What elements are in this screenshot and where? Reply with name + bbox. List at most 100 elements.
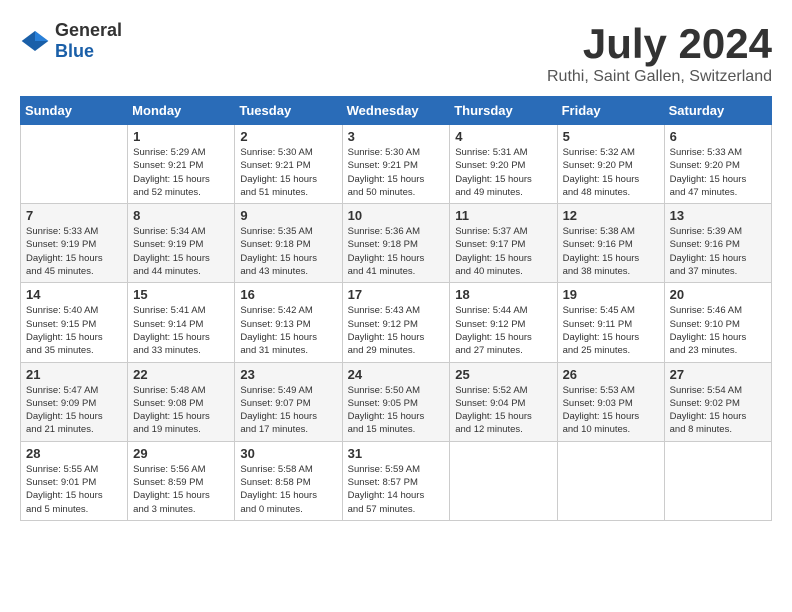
day-number: 31: [348, 446, 445, 461]
day-info: Sunrise: 5:38 AM Sunset: 9:16 PM Dayligh…: [563, 225, 659, 278]
day-number: 5: [563, 129, 659, 144]
day-info: Sunrise: 5:33 AM Sunset: 9:19 PM Dayligh…: [26, 225, 122, 278]
day-number: 14: [26, 287, 122, 302]
calendar-cell: 1Sunrise: 5:29 AM Sunset: 9:21 PM Daylig…: [128, 125, 235, 204]
calendar-cell: 20Sunrise: 5:46 AM Sunset: 9:10 PM Dayli…: [664, 283, 771, 362]
day-info: Sunrise: 5:40 AM Sunset: 9:15 PM Dayligh…: [26, 304, 122, 357]
day-number: 4: [455, 129, 551, 144]
day-number: 7: [26, 208, 122, 223]
calendar-header-row: SundayMondayTuesdayWednesdayThursdayFrid…: [21, 97, 772, 125]
calendar-cell: [664, 441, 771, 520]
calendar-cell: 4 Sunrise: 5:31 AM Sunset: 9:20 PM Daylig…: [450, 125, 557, 204]
calendar-week-row: 21Sunrise: 5:47 AM Sunset: 9:09 PM Dayli…: [21, 362, 772, 441]
weekday-header: Tuesday: [235, 97, 342, 125]
page-header: General Blue July 2024 Ruthi, Saint Gall…: [20, 20, 772, 86]
day-number: 30: [240, 446, 336, 461]
calendar-cell: 11 Sunrise: 5:37 AM Sunset: 9:17 PM Dayli…: [450, 204, 557, 283]
calendar-cell: 15 Sunrise: 5:41 AM Sunset: 9:14 PM Dayli…: [128, 283, 235, 362]
day-number: 17: [348, 287, 445, 302]
day-info: Sunrise: 5:36 AM Sunset: 9:18 PM Dayligh…: [348, 225, 445, 278]
day-number: 22: [133, 367, 229, 382]
day-number: 3: [348, 129, 445, 144]
logo-blue: Blue: [55, 41, 94, 61]
calendar-cell: 19 Sunrise: 5:45 AM Sunset: 9:11 PM Dayli…: [557, 283, 664, 362]
weekday-header: Wednesday: [342, 97, 450, 125]
day-info: Sunrise: 5:30 AM Sunset: 9:21 PM Dayligh…: [240, 146, 336, 199]
day-info: Sunrise: 5:35 AM Sunset: 9:18 PM Dayligh…: [240, 225, 336, 278]
weekday-header: Friday: [557, 97, 664, 125]
weekday-header: Monday: [128, 97, 235, 125]
calendar-cell: 26 Sunrise: 5:53 AM Sunset: 9:03 PM Dayli…: [557, 362, 664, 441]
day-info: Sunrise: 5:46 AM Sunset: 9:10 PM Dayligh…: [670, 304, 766, 357]
day-info: Sunrise: 5:55 AM Sunset: 9:01 PM Dayligh…: [26, 463, 122, 516]
day-number: 26: [563, 367, 659, 382]
month-year: July 2024: [547, 20, 772, 68]
calendar-cell: 22Sunrise: 5:48 AM Sunset: 9:08 PM Dayli…: [128, 362, 235, 441]
calendar-cell: 6 Sunrise: 5:33 AM Sunset: 9:20 PM Daylig…: [664, 125, 771, 204]
day-number: 6: [670, 129, 766, 144]
weekday-header: Thursday: [450, 97, 557, 125]
day-number: 27: [670, 367, 766, 382]
calendar-cell: 8 Sunrise: 5:34 AM Sunset: 9:19 PM Daylig…: [128, 204, 235, 283]
logo-text: General Blue: [55, 20, 122, 62]
day-number: 21: [26, 367, 122, 382]
calendar-cell: [557, 441, 664, 520]
calendar-week-row: 28Sunrise: 5:55 AM Sunset: 9:01 PM Dayli…: [21, 441, 772, 520]
day-info: Sunrise: 5:44 AM Sunset: 9:12 PM Dayligh…: [455, 304, 551, 357]
title-block: July 2024 Ruthi, Saint Gallen, Switzerla…: [547, 20, 772, 86]
calendar-cell: 2 Sunrise: 5:30 AM Sunset: 9:21 PM Daylig…: [235, 125, 342, 204]
day-number: 23: [240, 367, 336, 382]
calendar-cell: 14 Sunrise: 5:40 AM Sunset: 9:15 PM Dayli…: [21, 283, 128, 362]
calendar-cell: 5 Sunrise: 5:32 AM Sunset: 9:20 PM Daylig…: [557, 125, 664, 204]
calendar-cell: 17 Sunrise: 5:43 AM Sunset: 9:12 PM Dayli…: [342, 283, 450, 362]
day-info: Sunrise: 5:39 AM Sunset: 9:16 PM Dayligh…: [670, 225, 766, 278]
weekday-header: Saturday: [664, 97, 771, 125]
day-info: Sunrise: 5:32 AM Sunset: 9:20 PM Dayligh…: [563, 146, 659, 199]
day-number: 25: [455, 367, 551, 382]
day-info: Sunrise: 5:31 AM Sunset: 9:20 PM Dayligh…: [455, 146, 551, 199]
day-info: Sunrise: 5:52 AM Sunset: 9:04 PM Dayligh…: [455, 384, 551, 437]
day-info: Sunrise: 5:59 AM Sunset: 8:57 PM Dayligh…: [348, 463, 445, 516]
calendar-cell: 16Sunrise: 5:42 AM Sunset: 9:13 PM Dayli…: [235, 283, 342, 362]
calendar-cell: 28Sunrise: 5:55 AM Sunset: 9:01 PM Dayli…: [21, 441, 128, 520]
calendar: SundayMondayTuesdayWednesdayThursdayFrid…: [20, 96, 772, 521]
day-info: Sunrise: 5:34 AM Sunset: 9:19 PM Dayligh…: [133, 225, 229, 278]
calendar-week-row: 1Sunrise: 5:29 AM Sunset: 9:21 PM Daylig…: [21, 125, 772, 204]
day-info: Sunrise: 5:56 AM Sunset: 8:59 PM Dayligh…: [133, 463, 229, 516]
day-number: 29: [133, 446, 229, 461]
calendar-cell: 21Sunrise: 5:47 AM Sunset: 9:09 PM Dayli…: [21, 362, 128, 441]
logo-general: General: [55, 20, 122, 40]
day-info: Sunrise: 5:30 AM Sunset: 9:21 PM Dayligh…: [348, 146, 445, 199]
calendar-cell: 13Sunrise: 5:39 AM Sunset: 9:16 PM Dayli…: [664, 204, 771, 283]
day-info: Sunrise: 5:43 AM Sunset: 9:12 PM Dayligh…: [348, 304, 445, 357]
calendar-cell: 7 Sunrise: 5:33 AM Sunset: 9:19 PM Daylig…: [21, 204, 128, 283]
day-number: 12: [563, 208, 659, 223]
day-info: Sunrise: 5:29 AM Sunset: 9:21 PM Dayligh…: [133, 146, 229, 199]
day-number: 18: [455, 287, 551, 302]
day-info: Sunrise: 5:37 AM Sunset: 9:17 PM Dayligh…: [455, 225, 551, 278]
day-number: 19: [563, 287, 659, 302]
day-number: 10: [348, 208, 445, 223]
weekday-header: Sunday: [21, 97, 128, 125]
calendar-week-row: 14 Sunrise: 5:40 AM Sunset: 9:15 PM Dayli…: [21, 283, 772, 362]
day-number: 8: [133, 208, 229, 223]
calendar-cell: 30 Sunrise: 5:58 AM Sunset: 8:58 PM Dayli…: [235, 441, 342, 520]
calendar-week-row: 7 Sunrise: 5:33 AM Sunset: 9:19 PM Daylig…: [21, 204, 772, 283]
day-info: Sunrise: 5:41 AM Sunset: 9:14 PM Dayligh…: [133, 304, 229, 357]
calendar-cell: 18 Sunrise: 5:44 AM Sunset: 9:12 PM Dayli…: [450, 283, 557, 362]
calendar-cell: 25 Sunrise: 5:52 AM Sunset: 9:04 PM Dayli…: [450, 362, 557, 441]
day-info: Sunrise: 5:50 AM Sunset: 9:05 PM Dayligh…: [348, 384, 445, 437]
calendar-cell: 23Sunrise: 5:49 AM Sunset: 9:07 PM Dayli…: [235, 362, 342, 441]
day-info: Sunrise: 5:45 AM Sunset: 9:11 PM Dayligh…: [563, 304, 659, 357]
calendar-cell: 9Sunrise: 5:35 AM Sunset: 9:18 PM Daylig…: [235, 204, 342, 283]
day-number: 15: [133, 287, 229, 302]
calendar-cell: 27Sunrise: 5:54 AM Sunset: 9:02 PM Dayli…: [664, 362, 771, 441]
day-number: 2: [240, 129, 336, 144]
logo-icon: [20, 29, 50, 53]
day-info: Sunrise: 5:33 AM Sunset: 9:20 PM Dayligh…: [670, 146, 766, 199]
day-number: 24: [348, 367, 445, 382]
day-number: 11: [455, 208, 551, 223]
day-info: Sunrise: 5:58 AM Sunset: 8:58 PM Dayligh…: [240, 463, 336, 516]
calendar-cell: 12 Sunrise: 5:38 AM Sunset: 9:16 PM Dayli…: [557, 204, 664, 283]
day-info: Sunrise: 5:53 AM Sunset: 9:03 PM Dayligh…: [563, 384, 659, 437]
